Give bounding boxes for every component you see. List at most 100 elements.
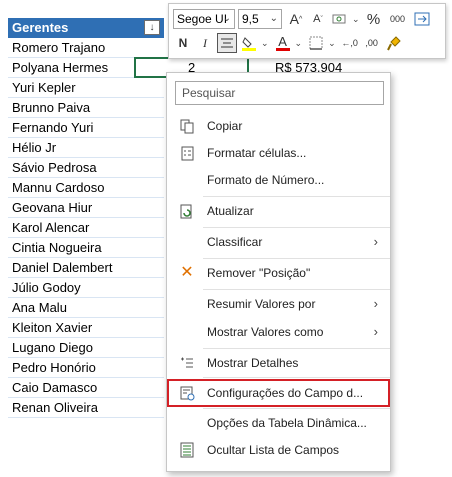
increase-decimal-icon: ,00: [365, 38, 378, 48]
menu-item-pivot-options[interactable]: Opções da Tabela Dinâmica...: [167, 410, 390, 436]
italic-button[interactable]: I: [195, 33, 215, 53]
italic-icon: I: [203, 35, 207, 50]
sort-filter-icon[interactable]: ↓: [144, 20, 160, 35]
fill-color-button[interactable]: [239, 33, 259, 53]
manager-cell[interactable]: Sávio Pedrosa: [8, 158, 164, 178]
menu-item-label: Formato de Número...: [207, 173, 325, 187]
chevron-down-icon[interactable]: ⌄: [352, 14, 360, 25]
manager-cell[interactable]: Daniel Dalembert: [8, 258, 164, 278]
menu-item-label: Resumir Valores por: [207, 297, 316, 311]
manager-cell[interactable]: Kleiton Xavier: [8, 318, 164, 338]
bold-button[interactable]: N: [173, 33, 193, 53]
menu-item-number-format[interactable]: Formato de Número...: [167, 167, 390, 193]
chevron-right-icon: ›: [373, 234, 378, 249]
menu-item-field-settings[interactable]: Configurações do Campo d...: [167, 380, 390, 406]
font-size-value: 9,5: [242, 12, 259, 26]
manager-cell[interactable]: Romero Trajano: [8, 38, 164, 58]
menu-item-remove-field[interactable]: ✕ Remover "Posição": [167, 260, 390, 286]
refresh-icon: [179, 203, 195, 219]
manager-cell[interactable]: Júlio Godoy: [8, 278, 164, 298]
field-settings-icon: [179, 385, 195, 401]
menu-item-show-details[interactable]: Mostrar Detalhes: [167, 350, 390, 376]
menu-item-copy[interactable]: Copiar: [167, 113, 390, 139]
header-label: Gerentes: [12, 20, 69, 35]
menu-item-label: Remover "Posição": [207, 266, 311, 280]
increase-font-icon: A: [289, 11, 300, 27]
menu-item-label: Configurações do Campo d...: [207, 386, 364, 400]
menu-item-label: Atualizar: [207, 204, 254, 218]
percent-icon: %: [366, 10, 381, 28]
menu-separator: [203, 408, 390, 409]
menu-separator: [203, 348, 390, 349]
chevron-down-icon[interactable]: ⌄: [261, 38, 269, 49]
font-color-button[interactable]: A: [273, 33, 293, 53]
show-details-icon: [179, 355, 195, 371]
wrap-text-icon: [414, 12, 430, 26]
chevron-right-icon: ›: [373, 296, 378, 311]
manager-cell[interactable]: Lugano Diego: [8, 338, 164, 358]
decrease-font-button[interactable]: Aˇ: [308, 9, 328, 29]
increase-decimal-button[interactable]: ,00: [362, 33, 382, 53]
borders-button[interactable]: [306, 33, 326, 53]
accounting-format-icon: [332, 14, 346, 24]
menu-item-format-cells[interactable]: Formatar células...: [167, 140, 390, 166]
bold-icon: N: [178, 36, 188, 50]
manager-cell[interactable]: Cintia Nogueira: [8, 238, 164, 258]
thousands-separator-button[interactable]: 000: [386, 9, 410, 29]
wrap-text-button[interactable]: [412, 9, 432, 29]
menu-separator: [203, 377, 390, 378]
remove-x-icon: ✕: [180, 264, 194, 281]
menu-separator: [203, 258, 390, 259]
menu-item-show-values-as[interactable]: Mostrar Valores como ›: [167, 319, 390, 345]
menu-item-refresh[interactable]: Atualizar: [167, 198, 390, 224]
menu-item-label: Copiar: [207, 119, 243, 133]
align-center-button[interactable]: [217, 33, 237, 53]
manager-cell[interactable]: Caio Damasco: [8, 378, 164, 398]
menu-item-label: Classificar: [207, 235, 263, 249]
menu-search-input[interactable]: [175, 81, 384, 105]
format-painter-button[interactable]: [384, 33, 404, 53]
menu-separator: [203, 289, 390, 290]
manager-cell[interactable]: Karol Alencar: [8, 218, 164, 238]
menu-item-label: Ocultar Lista de Campos: [207, 443, 340, 457]
percent-button[interactable]: %: [364, 9, 384, 29]
menu-item-label: Opções da Tabela Dinâmica...: [207, 416, 367, 430]
menu-item-sort[interactable]: Classificar ›: [167, 229, 390, 255]
managers-column: Gerentes ↓ Romero Trajano Polyana Hermes Y…: [8, 18, 164, 418]
font-color-bar: [275, 47, 290, 51]
menu-item-summarize-values[interactable]: Resumir Valores por ›: [167, 291, 390, 317]
menu-item-label: Formatar células...: [207, 146, 307, 160]
increase-font-button[interactable]: A ^: [286, 9, 306, 29]
format-painter-icon: [386, 36, 401, 51]
mini-toolbar: Segoe UI ⌄ 9,5 ⌄ A^ Aˇ ⌄ % 000 N I ⌄ A: [168, 3, 446, 59]
manager-cell[interactable]: Pedro Honório: [8, 358, 164, 378]
format-cells-icon: [179, 145, 195, 161]
copy-icon: [179, 118, 195, 134]
font-name-box[interactable]: Segoe UI ⌄: [173, 9, 235, 29]
manager-cell[interactable]: Mannu Cardoso: [8, 178, 164, 198]
manager-cell[interactable]: Fernando Yuri: [8, 118, 164, 138]
chevron-right-icon: ›: [373, 324, 378, 339]
chevron-down-icon[interactable]: ⌄: [295, 38, 303, 49]
thousands-icon: 000: [390, 14, 406, 24]
manager-cell[interactable]: Geovana Hiur: [8, 198, 164, 218]
menu-item-label: Mostrar Valores como: [207, 325, 324, 339]
context-menu: Copiar Formatar células... Formato de Nú…: [166, 72, 391, 472]
menu-item-label: Mostrar Detalhes: [207, 356, 299, 370]
menu-separator: [203, 227, 390, 228]
accounting-format-button[interactable]: [330, 9, 350, 29]
decrease-decimal-button[interactable]: ←,0: [340, 33, 360, 53]
manager-cell[interactable]: Brunno Paiva: [8, 98, 164, 118]
manager-cell[interactable]: Ana Malu: [8, 298, 164, 318]
manager-cell[interactable]: Renan Oliveira: [8, 398, 164, 418]
borders-icon: [309, 36, 323, 50]
chevron-down-icon[interactable]: ⌄: [328, 38, 336, 49]
menu-separator: [203, 196, 390, 197]
align-center-icon: [221, 38, 233, 48]
column-header-gerentes[interactable]: Gerentes ↓: [8, 18, 164, 38]
manager-cell[interactable]: Yuri Kepler: [8, 78, 164, 98]
menu-item-hide-field-list[interactable]: Ocultar Lista de Campos: [167, 437, 390, 463]
font-size-box[interactable]: 9,5 ⌄: [238, 9, 282, 29]
manager-cell[interactable]: Hélio Jr: [8, 138, 164, 158]
chevron-down-icon: ⌄: [222, 13, 231, 24]
